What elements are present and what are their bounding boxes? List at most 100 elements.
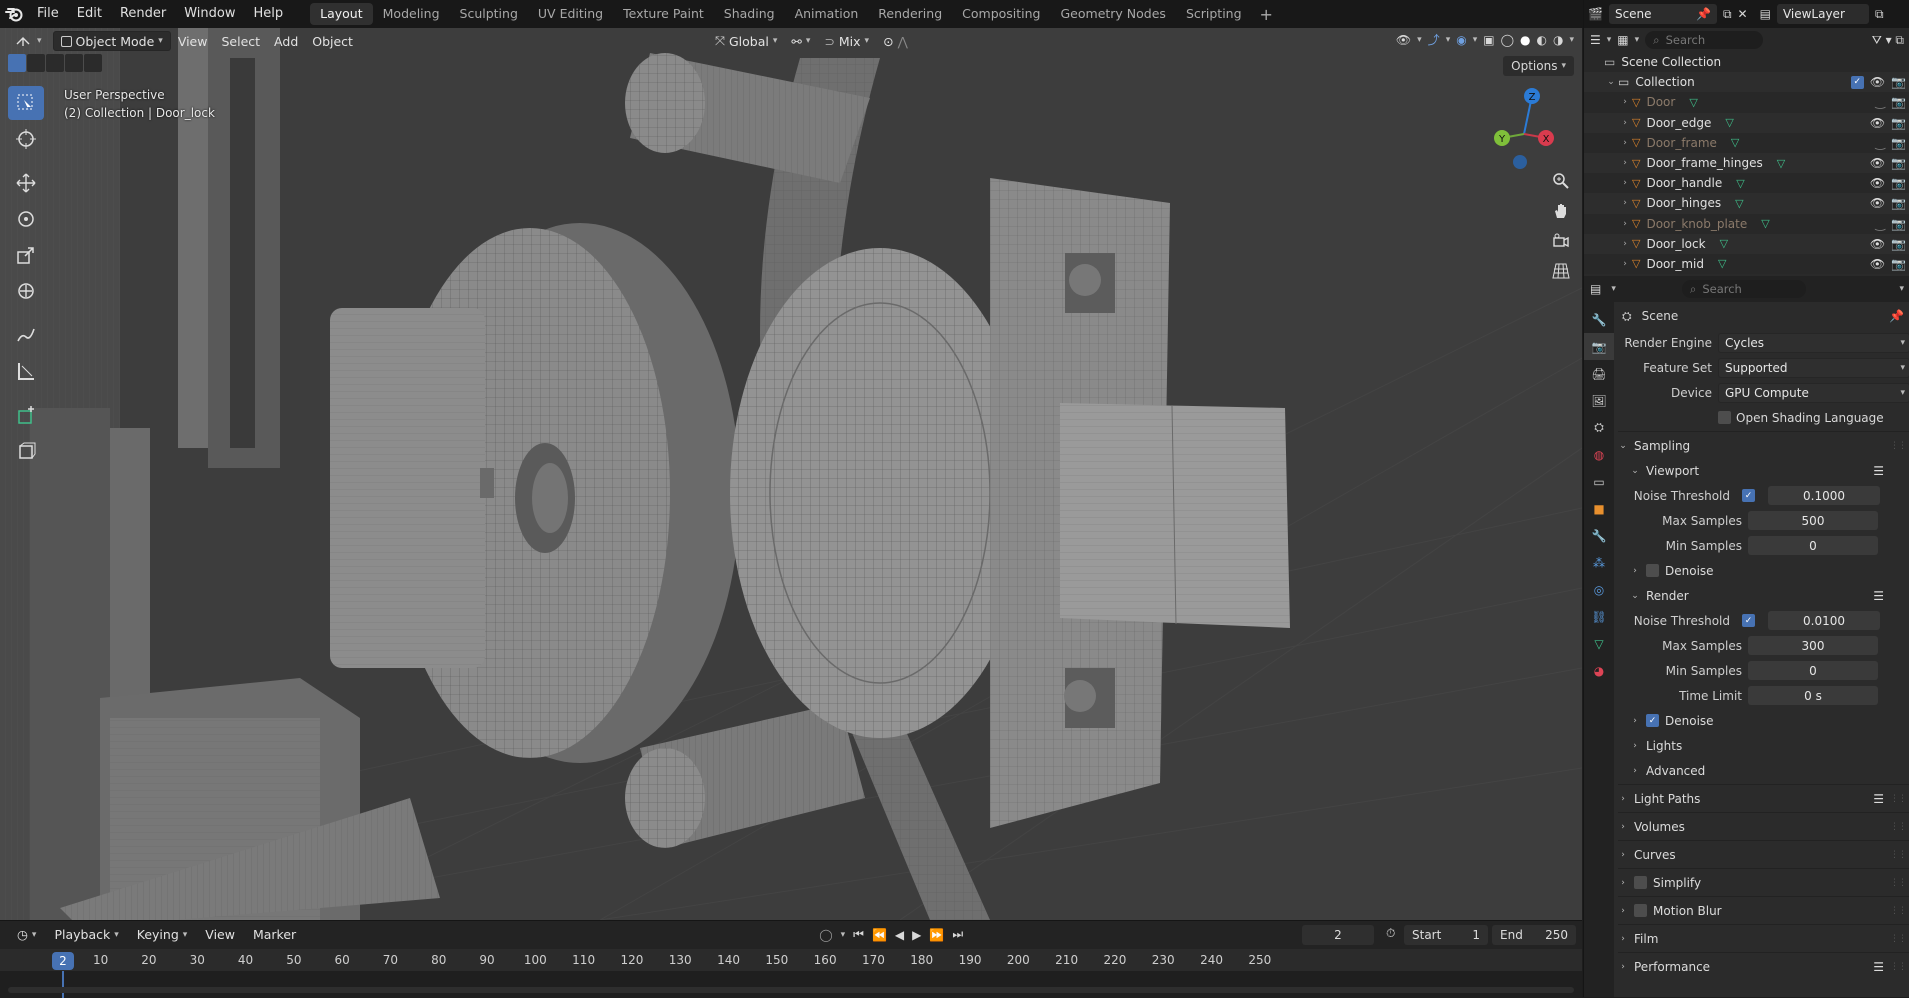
render-noise-threshold-field[interactable]: 0.0100: [1768, 611, 1880, 630]
eye-icon[interactable]: 👁: [1870, 176, 1885, 190]
mesh-data-icon[interactable]: ▽: [1777, 157, 1785, 170]
cursor-tool[interactable]: [8, 122, 44, 156]
viewport-max-samples-field[interactable]: 500: [1748, 511, 1878, 530]
object-tab-icon[interactable]: ■: [1584, 495, 1614, 522]
mesh-data-icon[interactable]: ▽: [1731, 136, 1739, 149]
delete-scene-icon[interactable]: ✕: [1738, 7, 1748, 21]
expand-icon[interactable]: ›: [1618, 138, 1632, 148]
light-paths-presets-icon[interactable]: ☰: [1873, 792, 1884, 806]
camera-icon[interactable]: 📷: [1891, 257, 1906, 271]
tab-animation[interactable]: Animation: [785, 3, 869, 25]
expand-icon[interactable]: ›: [1618, 239, 1632, 249]
transform-orientation-dropdown[interactable]: ⤧ Global ▾: [708, 31, 784, 51]
pan-hand-icon[interactable]: [1548, 198, 1574, 224]
performance-panel-header[interactable]: › Performance ☰ ⋮⋮: [1618, 954, 1909, 979]
film-panel-header[interactable]: › Film ⋮⋮: [1618, 926, 1909, 951]
end-frame-field[interactable]: End 250: [1492, 925, 1576, 945]
annotate-tool[interactable]: [8, 318, 44, 352]
move-tool[interactable]: [8, 166, 44, 200]
mesh-data-icon[interactable]: ▽: [1736, 177, 1744, 190]
expand-icon[interactable]: ›: [1618, 178, 1632, 188]
tab-geometry-nodes[interactable]: Geometry Nodes: [1051, 3, 1176, 25]
add-workspace-button[interactable]: +: [1252, 5, 1281, 24]
menu-view[interactable]: View: [171, 31, 215, 51]
camera-icon[interactable]: 📷: [1891, 95, 1906, 109]
outliner-search-input[interactable]: ⌕ Search: [1645, 31, 1764, 49]
playback-menu[interactable]: Playback ▾: [47, 925, 125, 945]
solid-shading-icon[interactable]: ●: [1520, 33, 1530, 47]
proportional-edit-button[interactable]: ⊙ ⋀: [876, 31, 915, 51]
outliner-item[interactable]: › ▽ Door_mid ▽ 👁 📷: [1584, 254, 1909, 274]
jump-end-icon[interactable]: ⏭: [952, 927, 963, 942]
camera-icon[interactable]: 📷: [1891, 217, 1906, 231]
eye-icon[interactable]: 👁: [1870, 156, 1885, 170]
eye-icon[interactable]: 👁: [1870, 196, 1885, 210]
camera-icon[interactable]: 📷: [1891, 75, 1906, 89]
pin-icon[interactable]: 📌: [1889, 309, 1904, 323]
render-engine-dropdown[interactable]: Cycles ▾: [1718, 332, 1909, 353]
output-tab-icon[interactable]: 🖨: [1584, 360, 1614, 387]
motion-blur-checkbox[interactable]: [1634, 904, 1647, 917]
eye-closed-icon[interactable]: ‿: [1875, 95, 1885, 109]
editor-type-button[interactable]: ▾: [8, 31, 49, 51]
tab-rendering[interactable]: Rendering: [868, 3, 952, 25]
marker-menu[interactable]: Marker: [246, 925, 303, 945]
gizmo-neg-z-axis[interactable]: [1513, 155, 1527, 169]
scene-selector-icon[interactable]: 🎬: [1588, 7, 1603, 21]
render-tab-icon[interactable]: 📷: [1584, 333, 1614, 360]
view-layer-tab-icon[interactable]: 🖼: [1584, 387, 1614, 414]
scene-tab-icon[interactable]: ⛭: [1584, 414, 1614, 441]
menu-object[interactable]: Object: [305, 31, 360, 51]
visibility-icon[interactable]: 👁: [1396, 33, 1411, 47]
select-invert-icon[interactable]: [65, 54, 83, 72]
xray-icon[interactable]: ▣: [1483, 33, 1494, 47]
menu-edit[interactable]: Edit: [68, 0, 111, 28]
camera-icon[interactable]: 📷: [1891, 237, 1906, 251]
render-max-samples-field[interactable]: 300: [1748, 636, 1878, 655]
eye-icon[interactable]: 👁: [1870, 116, 1885, 130]
menu-select[interactable]: Select: [214, 31, 267, 51]
zoom-icon[interactable]: [1548, 168, 1574, 194]
lights-subpanel-header[interactable]: › Lights: [1618, 733, 1909, 758]
outliner-item[interactable]: › ▽ Door_knob_plate ▽ ‿ 📷: [1584, 214, 1909, 234]
constraints-tab-icon[interactable]: ⛓: [1584, 603, 1614, 630]
camera-icon[interactable]: 📷: [1891, 196, 1906, 210]
menu-file[interactable]: File: [28, 0, 68, 28]
collection-expand-icon[interactable]: ⌄: [1604, 77, 1618, 87]
osl-checkbox[interactable]: [1718, 411, 1731, 424]
sampling-panel-header[interactable]: ⌄ Sampling ⋮⋮: [1618, 433, 1909, 458]
camera-icon[interactable]: 📷: [1891, 136, 1906, 150]
render-presets-list-icon[interactable]: ☰: [1873, 589, 1884, 603]
play-icon[interactable]: ▶: [912, 928, 921, 942]
viewport-min-samples-field[interactable]: 0: [1748, 536, 1878, 555]
performance-presets-icon[interactable]: ☰: [1873, 960, 1884, 974]
outliner-item[interactable]: › ▽ Door_frame_hinges ▽ 👁 📷: [1584, 152, 1909, 174]
camera-view-icon[interactable]: [1548, 228, 1574, 254]
camera-icon[interactable]: 📷: [1891, 156, 1906, 170]
volumes-panel-header[interactable]: › Volumes ⋮⋮: [1618, 814, 1909, 839]
collection-tab-icon[interactable]: ▭: [1584, 468, 1614, 495]
tool-tab-icon[interactable]: 🔧: [1584, 306, 1614, 333]
viewport-subpanel-header[interactable]: ⌄ Viewport ☰: [1618, 458, 1909, 483]
outliner-item[interactable]: › ▽ Door_hinges ▽ 👁 📷: [1584, 193, 1909, 214]
render-subpanel-header[interactable]: ⌄ Render ☰: [1618, 583, 1909, 608]
outliner-editor-type-icon[interactable]: ☰: [1590, 33, 1601, 47]
mesh-data-icon[interactable]: ▽: [1725, 116, 1733, 129]
blender-logo-icon[interactable]: [0, 0, 28, 28]
material-tab-icon[interactable]: ◕: [1584, 657, 1614, 684]
expand-icon[interactable]: ›: [1618, 158, 1632, 168]
timeline-scrollbar[interactable]: [8, 987, 1574, 993]
timeline-track-area[interactable]: [0, 971, 1582, 998]
outliner-item[interactable]: › ▽ Door_handle ▽ 👁 📷: [1584, 173, 1909, 193]
current-frame-field[interactable]: 2: [1302, 925, 1374, 945]
tab-texture-paint[interactable]: Texture Paint: [613, 3, 714, 25]
expand-icon[interactable]: ›: [1618, 198, 1632, 208]
viewlayer-field[interactable]: ViewLayer: [1776, 4, 1869, 24]
keying-menu[interactable]: Keying ▾: [130, 925, 195, 945]
timeline-editor-type-button[interactable]: ◷ ▾: [10, 925, 43, 945]
preview-range-icon[interactable]: ⏱: [1386, 926, 1395, 941]
perspective-grid-icon[interactable]: [1548, 258, 1574, 284]
measure-tool[interactable]: [8, 354, 44, 388]
tab-modeling[interactable]: Modeling: [373, 3, 450, 25]
eye-closed-icon[interactable]: ‿: [1875, 136, 1885, 150]
